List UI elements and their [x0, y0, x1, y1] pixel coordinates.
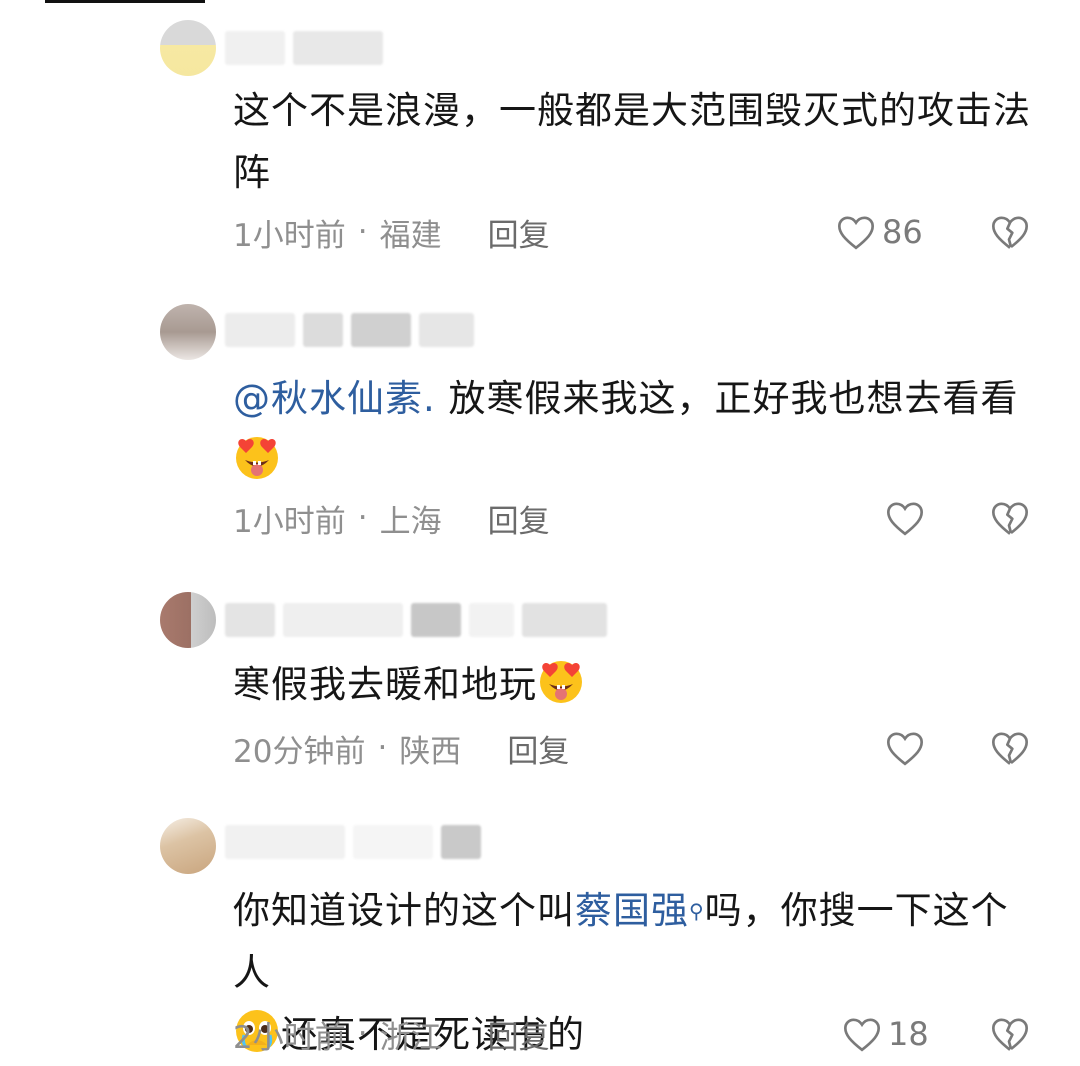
- comment-meta: 1小时前 · 福建 回复: [233, 210, 550, 255]
- like-button[interactable]: 86: [836, 212, 923, 252]
- broken-heart-icon[interactable]: [990, 728, 1030, 768]
- search-icon[interactable]: ⚲: [689, 899, 705, 923]
- username-blurred[interactable]: [225, 312, 474, 348]
- broken-heart-icon[interactable]: [990, 1014, 1030, 1054]
- heart-eyes-tongue-emoji: [540, 661, 582, 703]
- heart-outline-icon: [886, 502, 924, 536]
- heart-outline-icon: [837, 216, 875, 250]
- comment-text: @秋水仙素. 放寒假来我这，正好我也想去看看: [233, 368, 1033, 492]
- comment-time: 20分钟前: [233, 733, 366, 770]
- comment-time: 2小时前: [233, 1019, 346, 1056]
- comment-location: 浙江: [379, 1019, 442, 1056]
- comment-meta: 2小时前 · 浙江 回复: [233, 1012, 550, 1057]
- comment-meta: 20分钟前 · 陕西 回复: [233, 726, 569, 771]
- broken-heart-icon[interactable]: [990, 212, 1030, 252]
- heart-eyes-tongue-emoji: [236, 437, 278, 479]
- broken-heart-icon[interactable]: [990, 498, 1030, 538]
- reply-button[interactable]: 回复: [488, 1012, 550, 1057]
- username-blurred[interactable]: [225, 824, 481, 860]
- reply-button[interactable]: 回复: [507, 726, 569, 771]
- comment-item: 寒假我去暖和地玩 20分钟前 · 陕西 回复: [0, 580, 1080, 790]
- search-link[interactable]: 蔡国强: [575, 889, 689, 932]
- comment-meta: 1小时前 · 上海 回复: [233, 496, 550, 541]
- like-button[interactable]: [885, 728, 931, 768]
- meta-separator: ·: [357, 500, 368, 536]
- comment-location: 陕西: [399, 733, 462, 770]
- comment-item: 这个不是浪漫，一般都是大范围毁灭式的攻击法阵 1小时前 · 福建 回复 86: [0, 0, 1080, 270]
- avatar[interactable]: [160, 592, 216, 648]
- comment-location: 福建: [379, 217, 442, 254]
- reply-button[interactable]: 回复: [488, 210, 550, 255]
- avatar[interactable]: [160, 818, 216, 874]
- comment-time: 1小时前: [233, 217, 346, 254]
- reply-button[interactable]: 回复: [488, 496, 550, 541]
- meta-separator: ·: [377, 730, 388, 766]
- meta-separator: ·: [357, 1016, 368, 1052]
- avatar[interactable]: [160, 304, 216, 360]
- like-count: 86: [882, 213, 923, 251]
- like-count: 18: [888, 1015, 929, 1053]
- comment-item: @秋水仙素. 放寒假来我这，正好我也想去看看 1小时前 · 上海 回复: [0, 290, 1080, 560]
- username-blurred[interactable]: [225, 602, 607, 638]
- comment-text: 这个不是浪漫，一般都是大范围毁灭式的攻击法阵: [233, 89, 1031, 194]
- username-blurred[interactable]: [225, 30, 383, 66]
- comment-text: 寒假我去暖和地玩: [233, 654, 1033, 716]
- avatar[interactable]: [160, 20, 216, 76]
- like-button[interactable]: [885, 498, 931, 538]
- heart-outline-icon: [843, 1018, 881, 1052]
- comment-item: 你知道设计的这个叫蔡国强⚲吗，你搜一下这个人 还真不是死读书的 2小时前 · 浙…: [0, 810, 1080, 1062]
- comment-time: 1小时前: [233, 503, 346, 540]
- heart-outline-icon: [886, 732, 924, 766]
- mention-link[interactable]: @秋水仙素.: [233, 377, 436, 420]
- meta-separator: ·: [357, 214, 368, 250]
- like-button[interactable]: 18: [842, 1014, 929, 1054]
- comment-location: 上海: [379, 503, 442, 540]
